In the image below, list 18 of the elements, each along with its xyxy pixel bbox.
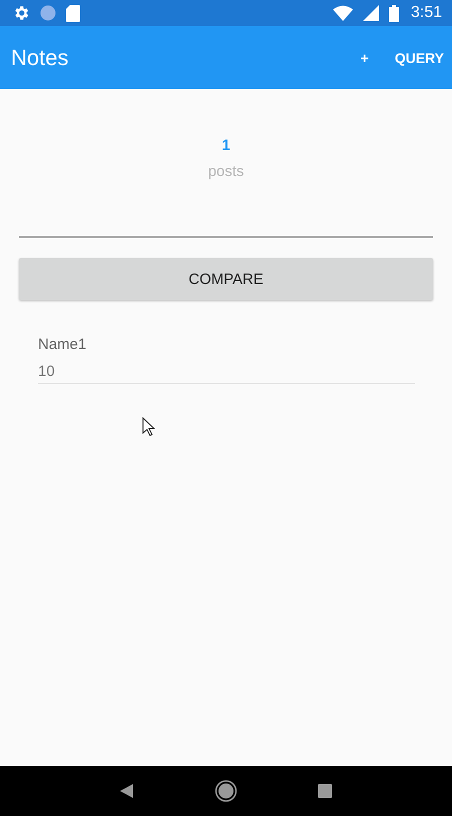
home-icon[interactable] xyxy=(214,780,237,802)
item-value: 10 xyxy=(38,363,415,384)
query-button[interactable]: QUERY xyxy=(394,44,444,72)
item-name: Name1 xyxy=(38,336,88,353)
app-title: Notes xyxy=(11,44,68,70)
clock-time: 3:51 xyxy=(410,4,442,22)
sd-card-icon xyxy=(66,4,80,22)
add-button[interactable]: + xyxy=(360,44,369,72)
mouse-pointer-icon xyxy=(142,417,155,436)
back-icon[interactable] xyxy=(120,784,134,798)
posts-count: 1 xyxy=(220,137,232,154)
wifi-icon xyxy=(332,5,353,21)
compare-button[interactable]: COMPARE xyxy=(19,258,433,300)
signal-icon xyxy=(362,5,379,21)
posts-label: posts xyxy=(207,163,245,180)
battery-icon xyxy=(388,4,399,22)
recents-icon[interactable] xyxy=(318,784,332,798)
circle-icon xyxy=(40,5,56,21)
